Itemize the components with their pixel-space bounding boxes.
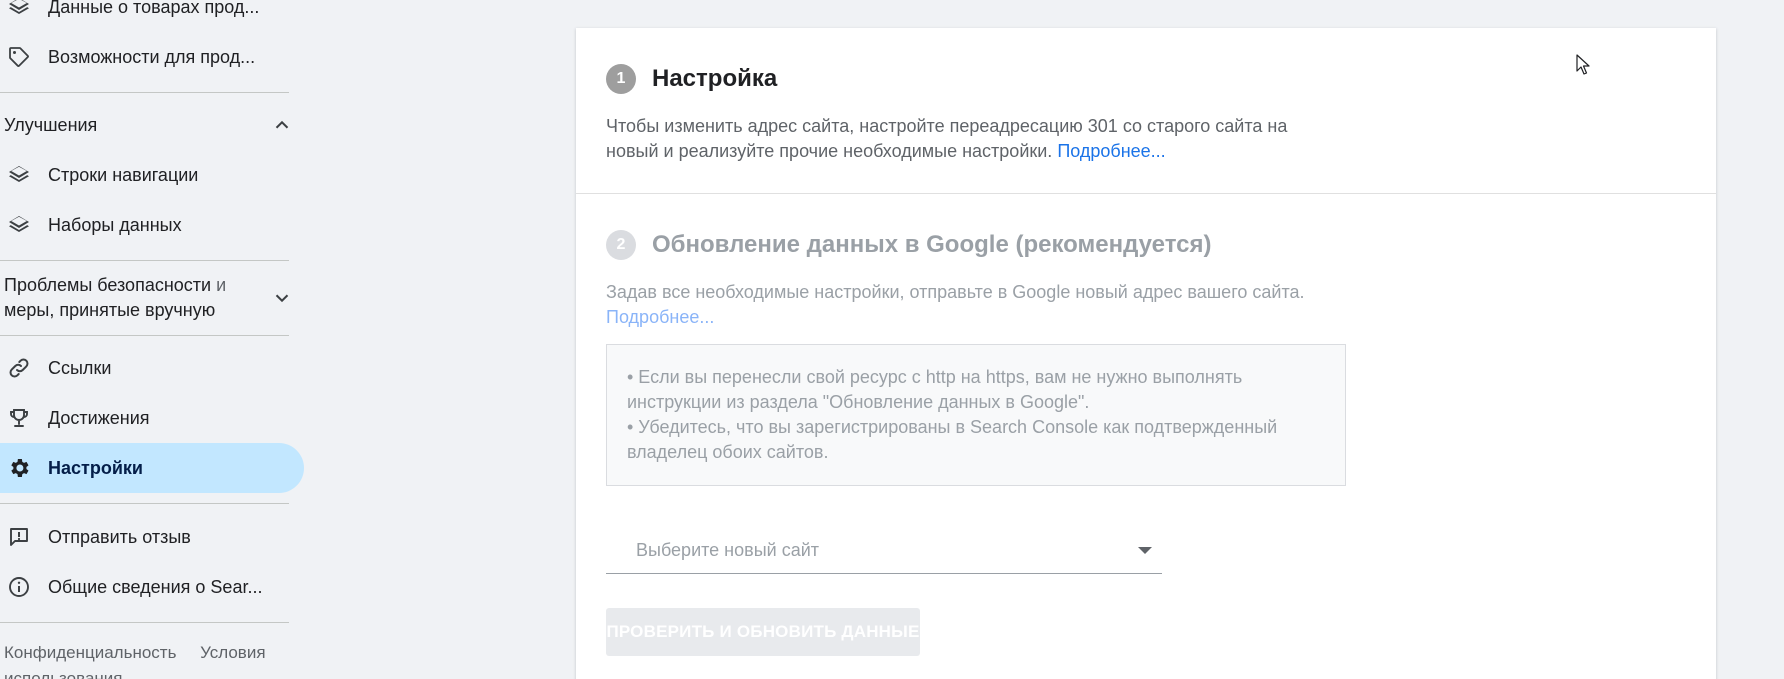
sidebar-item-label: Ссылки	[48, 357, 112, 378]
sidebar-item-label: Данные о товарах прод...	[48, 0, 260, 17]
sidebar-item-merchant-opportunities[interactable]: Возможности для прод...	[0, 32, 304, 82]
step-description: Задав все необходимые настройки, отправь…	[606, 282, 1305, 327]
sidebar-divider	[0, 335, 289, 336]
sidebar-item-label: Настройки	[48, 457, 143, 478]
sidebar-divider	[0, 92, 289, 93]
step-setup: 1 Настройка Чтобы изменить адрес сайта, …	[606, 64, 1366, 164]
feedback-icon	[6, 524, 32, 550]
layers-icon	[6, 212, 32, 238]
link-icon	[6, 355, 32, 381]
sidebar-item-label: Общие сведения о Sear...	[48, 576, 263, 597]
step-header: 2 Обновление данных в Google (рекомендуе…	[606, 230, 1406, 260]
section-header-enhancements[interactable]: Улучшения	[4, 112, 294, 138]
sidebar-item-feedback[interactable]: Отправить отзыв	[0, 512, 304, 562]
sidebar: Данные о товарах прод... Возможности для…	[0, 0, 308, 679]
sidebar-divider	[0, 622, 289, 623]
sidebar-item-label: Возможности для прод...	[48, 46, 256, 67]
info-notice-box: • Если вы перенесли свой ресурс с http н…	[606, 344, 1346, 486]
sidebar-item-label: Достижения	[48, 407, 150, 428]
card-divider	[576, 193, 1716, 194]
sidebar-divider	[0, 260, 289, 261]
sidebar-item-label: Отправить отзыв	[48, 526, 191, 547]
step-title: Настройка	[652, 65, 778, 92]
sidebar-item-settings[interactable]: Настройки	[0, 443, 304, 493]
dropdown-arrow-icon	[1138, 547, 1152, 554]
terms-link[interactable]: Условия	[200, 643, 265, 662]
learn-more-link[interactable]: Подробнее...	[1057, 141, 1165, 161]
change-of-address-card: 1 Настройка Чтобы изменить адрес сайта, …	[576, 28, 1716, 679]
sidebar-item-label: Наборы данных	[48, 214, 182, 235]
step-update-google: 2 Обновление данных в Google (рекомендуе…	[606, 230, 1406, 330]
sidebar-item-breadcrumbs[interactable]: Строки навигации	[0, 150, 304, 200]
step-number-badge: 1	[606, 64, 636, 94]
learn-more-link[interactable]: Подробнее...	[606, 307, 714, 327]
privacy-link[interactable]: Конфиденциальность	[4, 643, 176, 662]
sidebar-item-links[interactable]: Ссылки	[0, 343, 304, 393]
sidebar-footer: Конфиденциальность Условия использования	[4, 640, 294, 679]
tag-icon	[6, 44, 32, 70]
search-console-settings-page: Данные о товарах прод... Возможности для…	[0, 0, 1784, 679]
sidebar-item-achievements[interactable]: Достижения	[0, 393, 304, 443]
terms-link-continued[interactable]: использования	[4, 669, 123, 679]
select-placeholder: Выберите новый сайт	[636, 540, 819, 560]
new-site-select[interactable]: Выберите новый сайт	[606, 528, 1162, 574]
chevron-up-icon	[270, 113, 294, 137]
sidebar-item-about[interactable]: Общие сведения о Sear...	[0, 562, 304, 612]
step-description: Чтобы изменить адрес сайта, настройте пе…	[606, 116, 1288, 161]
step-title: Обновление данных в Google (рекомендуетс…	[652, 231, 1212, 258]
sidebar-divider	[0, 503, 289, 504]
verify-and-update-button[interactable]: ПРОВЕРИТЬ И ОБНОВИТЬ ДАННЫЕ	[606, 608, 920, 656]
sidebar-item-datasets[interactable]: Наборы данных	[0, 200, 304, 250]
sidebar-item-label: Строки навигации	[48, 164, 199, 185]
chevron-down-icon	[270, 286, 294, 310]
gear-icon	[6, 455, 32, 481]
info-icon	[6, 574, 32, 600]
step-number-badge: 2	[606, 230, 636, 260]
sidebar-item-product-data[interactable]: Данные о товарах прод...	[0, 0, 304, 32]
layers-icon	[6, 162, 32, 188]
section-header-label: Улучшения	[4, 114, 98, 135]
section-header-security[interactable]: Проблемы безопасности и меры, принятые в…	[4, 270, 294, 326]
step-header: 1 Настройка	[606, 64, 1366, 94]
trophy-icon	[6, 405, 32, 431]
section-header-label: Проблемы безопасности и меры, принятые в…	[4, 275, 227, 320]
mouse-cursor-icon	[1576, 54, 1590, 75]
layers-icon	[6, 0, 32, 20]
